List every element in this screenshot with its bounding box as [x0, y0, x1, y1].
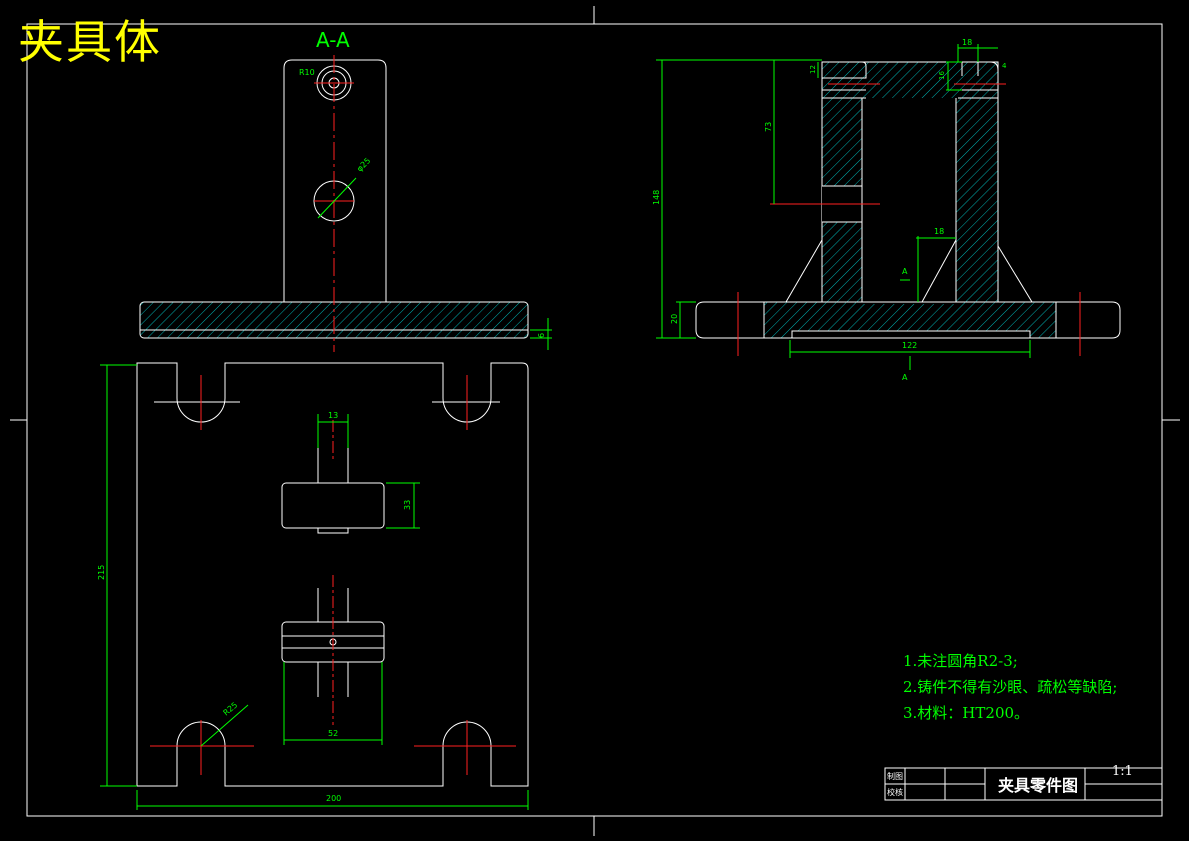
section-view-a-a	[139, 55, 552, 352]
dim-6: 6	[537, 333, 546, 338]
drawn-by-label: 制图	[887, 772, 903, 781]
dim-200: 200	[326, 794, 341, 803]
dim-20: 20	[670, 314, 679, 324]
dim-122: 122	[902, 341, 917, 350]
dim-73: 73	[764, 122, 773, 132]
part-name: 夹具零件图	[998, 776, 1079, 795]
dim-13: 13	[328, 411, 338, 420]
dim-148: 148	[652, 190, 661, 205]
side-section-view	[656, 44, 1121, 370]
scale-value: 1:1	[1112, 764, 1133, 779]
dim-phi25: φ25	[355, 156, 372, 173]
dim-16: 16	[938, 71, 946, 80]
plan-view	[100, 362, 529, 810]
drawing-title: 夹具体	[18, 15, 162, 69]
note-item: 2.铸件不得有沙眼、疏松等缺陷;	[903, 678, 1118, 696]
section-mark-a-lower: A	[902, 373, 908, 382]
dim-215: 215	[97, 565, 106, 580]
section-label: A-A	[316, 28, 350, 52]
technical-notes: 1.未注圆角R2-3; 2.铸件不得有沙眼、疏松等缺陷; 3.材料：HT200。	[903, 648, 1117, 726]
dim-r10: R10	[299, 68, 315, 77]
note-item: 3.材料：HT200。	[903, 704, 1030, 722]
dim-18-top: 18	[962, 38, 972, 47]
dim-52: 52	[328, 729, 338, 738]
dim-18-mid: 18	[934, 227, 944, 236]
checked-by-label: 校核	[887, 788, 903, 797]
dim-4-top: 4	[1002, 62, 1007, 70]
dim-33: 33	[403, 500, 412, 510]
section-mark-a-upper: A	[902, 267, 908, 276]
note-item: 1.未注圆角R2-3;	[903, 652, 1018, 670]
dim-12: 12	[809, 65, 817, 74]
